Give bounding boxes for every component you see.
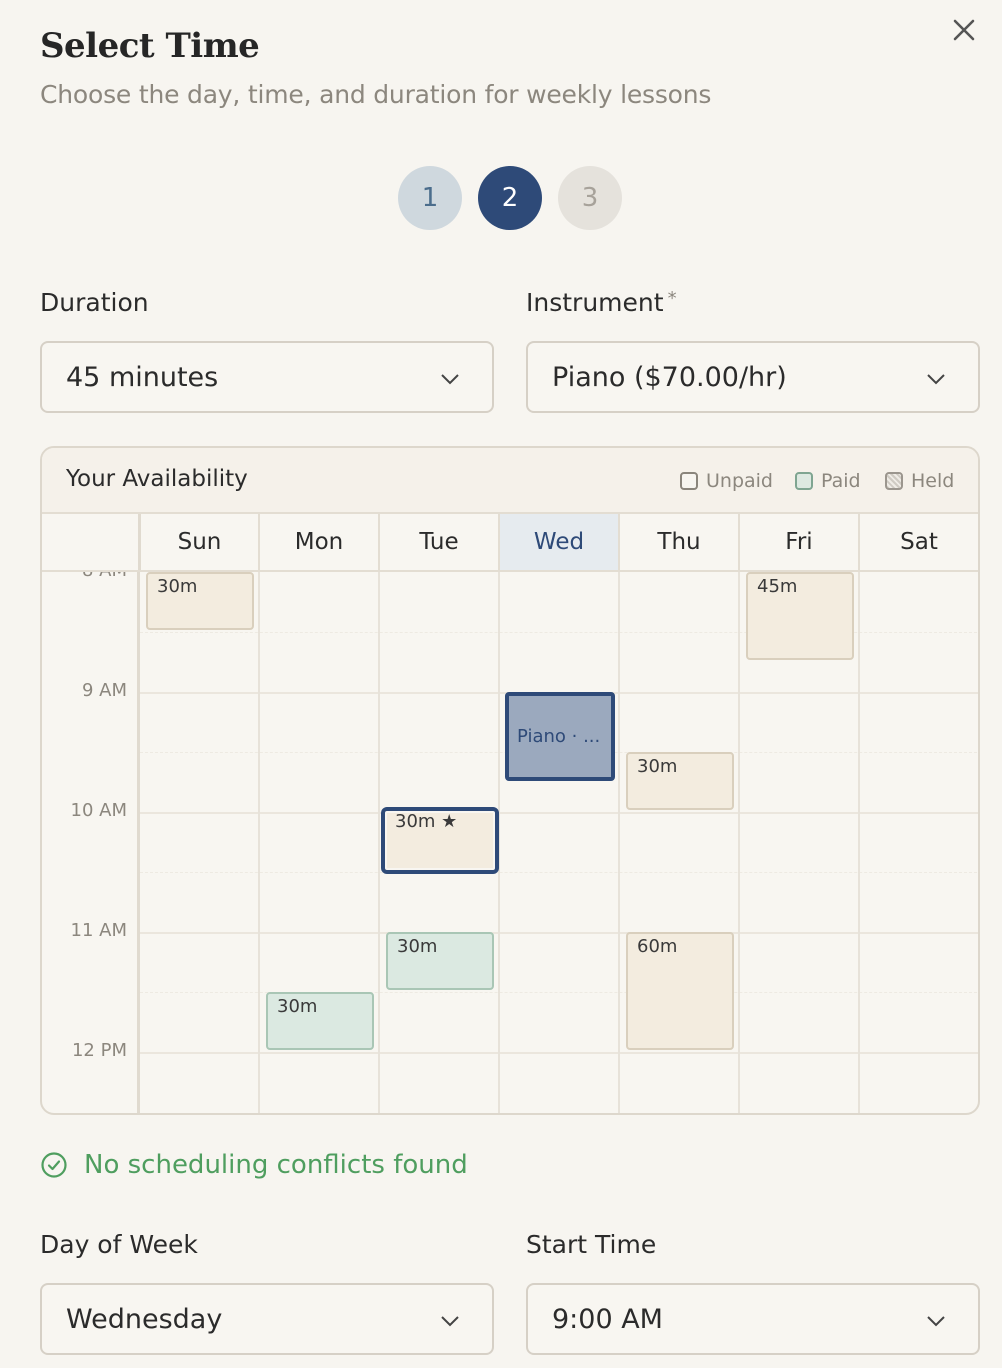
- time-label-9am: 9 AM: [81, 680, 127, 701]
- calendar-grid[interactable]: 8 AM 9 AM 10 AM 11 AM 12 PM 30m 45m Pian…: [42, 572, 978, 1113]
- availability-title: Your Availability: [66, 466, 248, 492]
- hour-line: [140, 812, 978, 814]
- instrument-value: Piano ($70.00/hr): [552, 361, 787, 393]
- hour-line: [140, 932, 978, 934]
- chevron-down-icon: [927, 374, 945, 385]
- chevron-down-icon: [441, 374, 459, 385]
- availability-header: Your Availability Unpaid Paid Held: [42, 448, 978, 514]
- instrument-label: Instrument *: [526, 288, 677, 317]
- time-label-11am: 11 AM: [70, 920, 127, 941]
- availability-calendar: Your Availability Unpaid Paid Held Sun M…: [40, 446, 980, 1115]
- close-button[interactable]: [948, 14, 980, 46]
- column-divider: [258, 572, 260, 1113]
- day-header-fri[interactable]: Fri: [738, 514, 858, 570]
- hour-line: [140, 1052, 978, 1054]
- day-of-week-select[interactable]: Wednesday: [40, 1283, 494, 1355]
- chevron-down-icon: [927, 1316, 945, 1327]
- legend-unpaid-label: Unpaid: [706, 470, 773, 492]
- chevron-down-icon: [441, 1316, 459, 1327]
- step-1[interactable]: 1: [398, 166, 462, 230]
- time-label-8am: 8 AM: [42, 572, 127, 581]
- day-of-week-value: Wednesday: [66, 1303, 223, 1335]
- check-circle-icon: [41, 1152, 67, 1178]
- column-divider: [858, 572, 860, 1113]
- slot-block-sun-8am[interactable]: 30m: [146, 572, 254, 630]
- step-2-current[interactable]: 2: [478, 166, 542, 230]
- half-hour-line: [140, 872, 978, 873]
- stepper: 1 2 3: [398, 166, 622, 230]
- slot-block-tue-10am-selected[interactable]: 30m ★: [381, 807, 499, 874]
- dialog-title: Select Time: [40, 26, 260, 66]
- time-label-12pm: 12 PM: [71, 1040, 127, 1061]
- instrument-label-text: Instrument: [526, 288, 664, 317]
- conflict-status: No scheduling conflicts found: [40, 1150, 468, 1180]
- slot-block-fri-8am[interactable]: 45m: [746, 572, 854, 660]
- duration-select[interactable]: 45 minutes: [40, 341, 494, 413]
- slot-block-thu-930[interactable]: 30m: [626, 752, 734, 810]
- column-divider: [618, 572, 620, 1113]
- day-header-sun[interactable]: Sun: [138, 514, 258, 570]
- unpaid-swatch-icon: [680, 472, 698, 490]
- close-icon: [953, 19, 975, 41]
- time-label-10am: 10 AM: [70, 800, 127, 821]
- new-lesson-block-wed[interactable]: Piano · ...: [505, 692, 615, 781]
- instrument-select[interactable]: Piano ($70.00/hr): [526, 341, 980, 413]
- day-header-row: Sun Mon Tue Wed Thu Fri Sat: [42, 514, 978, 572]
- required-mark: *: [667, 288, 677, 309]
- day-of-week-label: Day of Week: [40, 1230, 198, 1259]
- day-header-sat[interactable]: Sat: [858, 514, 978, 570]
- step-3[interactable]: 3: [558, 166, 622, 230]
- paid-swatch-icon: [795, 472, 813, 490]
- column-divider: [378, 572, 380, 1113]
- slot-block-tue-11am[interactable]: 30m: [386, 932, 494, 990]
- day-header-thu[interactable]: Thu: [618, 514, 738, 570]
- legend-held: Held: [885, 470, 954, 492]
- duration-label: Duration: [40, 288, 149, 317]
- legend-paid-label: Paid: [821, 470, 861, 492]
- dialog-subtitle: Choose the day, time, and duration for w…: [40, 80, 712, 109]
- slot-block-mon-1130[interactable]: 30m: [266, 992, 374, 1050]
- time-gutter-divider: [137, 572, 140, 1113]
- legend-paid: Paid: [795, 470, 861, 492]
- column-divider: [738, 572, 740, 1113]
- day-header-wed[interactable]: Wed: [498, 514, 618, 570]
- day-header-mon[interactable]: Mon: [258, 514, 378, 570]
- start-time-select[interactable]: 9:00 AM: [526, 1283, 980, 1355]
- start-time-value: 9:00 AM: [552, 1303, 663, 1335]
- conflict-status-text: No scheduling conflicts found: [84, 1150, 468, 1180]
- slot-block-thu-11am[interactable]: 60m: [626, 932, 734, 1050]
- start-time-label: Start Time: [526, 1230, 657, 1259]
- legend-unpaid: Unpaid: [680, 470, 773, 492]
- held-swatch-icon: [885, 472, 903, 490]
- duration-value: 45 minutes: [66, 361, 219, 393]
- legend-held-label: Held: [911, 470, 955, 492]
- day-header-tue[interactable]: Tue: [378, 514, 498, 570]
